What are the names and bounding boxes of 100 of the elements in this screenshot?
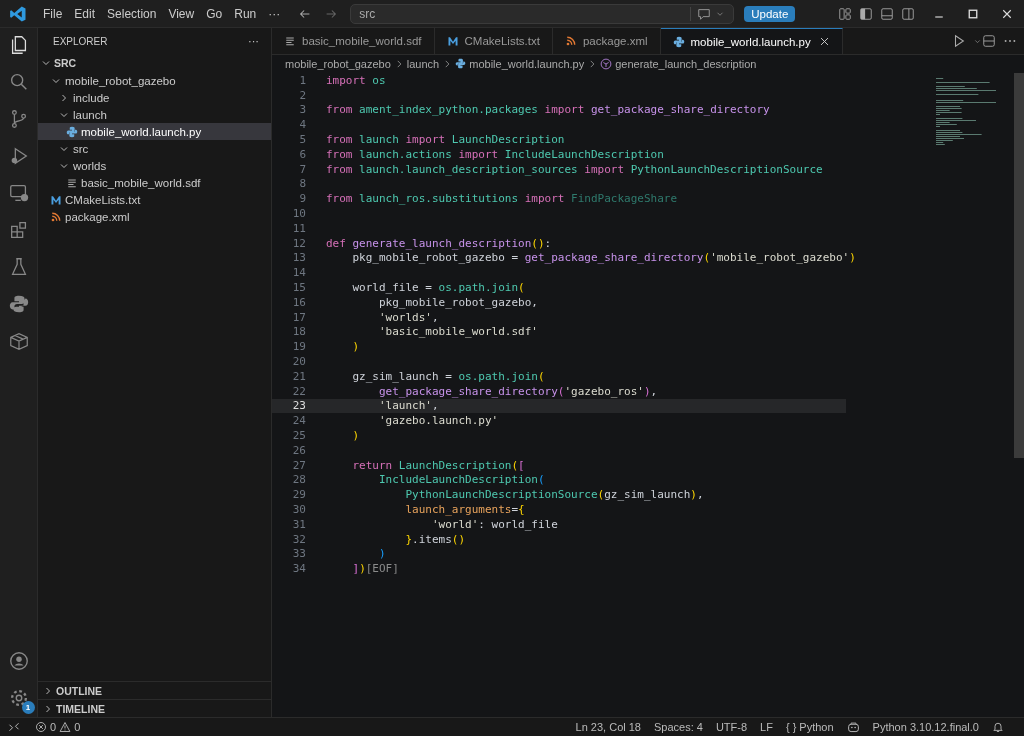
python-icon[interactable]: [7, 293, 30, 315]
line-number: 12: [291, 236, 306, 250]
secondary-sidebar-icon[interactable]: [901, 6, 915, 21]
line-number: 25: [291, 429, 306, 442]
menu-item[interactable]: Selection: [101, 6, 163, 21]
line-number: 1: [298, 73, 306, 87]
tree-item[interactable]: mobile_robot_gazebo: [38, 72, 271, 89]
language-mode[interactable]: Python: [799, 721, 834, 733]
tree-item[interactable]: include: [38, 89, 271, 106]
line-number: 14: [291, 266, 306, 280]
code-line: pkg_mobile_robot_gazebo,: [377, 295, 538, 309]
line-number: 16: [291, 295, 306, 309]
folder-section-header[interactable]: SRC: [54, 57, 77, 69]
menu-item[interactable]: Run: [228, 6, 263, 21]
tree-item[interactable]: mobile_world.launch.py: [38, 123, 271, 140]
code-line: 'launch',: [377, 399, 439, 413]
code-line: PythonLaunchDescriptionSource(gz_sim_launch),: [404, 488, 704, 502]
code-line: pkg_mobile_robot_gazebo = get_package_share_directory('mobile_robot_gazebo'): [351, 251, 856, 265]
code-line: 'world': world_file: [430, 517, 558, 531]
line-number: 5: [298, 133, 306, 147]
code-line: from launch.launch_description_sources import PythonLaunchDescriptionSource: [326, 162, 823, 176]
command-center-field[interactable]: src: [350, 3, 735, 24]
account-icon[interactable]: [7, 650, 30, 672]
line-number: 7: [298, 162, 306, 176]
maximize-icon[interactable]: [967, 7, 979, 20]
menu-item[interactable]: ···: [262, 6, 287, 21]
line-number: 3: [298, 103, 306, 117]
code-line: gz_sim_launch = os.path.join(: [351, 369, 545, 383]
line-ending[interactable]: LF: [760, 721, 773, 733]
chat-icon[interactable]: [690, 6, 712, 21]
line-number: 27: [291, 458, 306, 472]
package-icon[interactable]: [7, 330, 30, 352]
breadcrumb-item[interactable]: launch: [406, 57, 440, 70]
editor-tab[interactable]: mobile_world.launch.py: [660, 28, 843, 54]
editor-tab[interactable]: basic_mobile_world.sdf: [272, 28, 435, 54]
line-number: 2: [298, 88, 306, 102]
python-file-icon: [455, 58, 467, 69]
more-actions-button[interactable]: ···: [248, 35, 259, 47]
text-file-icon: [284, 35, 296, 47]
tree-item[interactable]: worlds: [38, 157, 271, 174]
code-line: 'basic_mobile_world.sdf': [377, 325, 538, 339]
error-count[interactable]: 0: [50, 721, 57, 733]
indentation[interactable]: Spaces: 4: [654, 721, 703, 733]
remote-explorer-icon[interactable]: [7, 182, 30, 204]
python-file-icon: [672, 35, 685, 48]
update-button[interactable]: Update: [744, 5, 796, 22]
code-line: from launch import LaunchDescription: [326, 133, 565, 147]
warning-count[interactable]: 0: [74, 721, 81, 733]
code-line: ): [377, 547, 386, 561]
editor-tab[interactable]: package.xml: [552, 28, 661, 54]
run-icon[interactable]: [952, 34, 966, 48]
tree-item[interactable]: package.xml: [38, 208, 271, 225]
line-number: 9: [298, 192, 306, 206]
breadcrumb-item[interactable]: mobile_robot_gazebo: [285, 57, 391, 70]
line-number: 19: [291, 340, 306, 354]
warning-icon[interactable]: [59, 721, 72, 733]
encoding[interactable]: UTF-8: [715, 721, 748, 733]
copilot-icon[interactable]: [846, 720, 860, 734]
menu-item[interactable]: View: [162, 6, 201, 21]
menu-item[interactable]: Edit: [68, 6, 102, 21]
remote-icon[interactable]: [8, 721, 20, 733]
panel-toggle-icon[interactable]: [880, 6, 894, 21]
layout-icon[interactable]: [838, 6, 852, 21]
line-number: 30: [291, 503, 306, 516]
line-number: 23: [291, 399, 306, 413]
language-mode-icon: { }: [785, 721, 797, 733]
close-icon[interactable]: [1001, 7, 1013, 20]
line-number: 15: [291, 281, 306, 295]
breadcrumb-item[interactable]: generate_launch_description: [615, 57, 757, 70]
rss-icon: [50, 210, 62, 223]
breadcrumb-item[interactable]: mobile_world.launch.py: [469, 57, 585, 70]
tree-item[interactable]: src: [38, 140, 271, 157]
code-line: 'gazebo.launch.py': [377, 414, 499, 428]
python-interpreter[interactable]: Python 3.10.12.final.0: [872, 721, 979, 733]
tree-item[interactable]: launch: [38, 106, 271, 123]
python-file-icon: [66, 125, 78, 138]
split-editor-icon[interactable]: [982, 34, 996, 48]
close-icon[interactable]: [818, 36, 830, 47]
rss-icon: [564, 35, 577, 47]
line-number: 8: [298, 177, 306, 191]
text-file-icon: [66, 176, 78, 189]
sidebar-toggle-icon[interactable]: [859, 6, 873, 21]
code-line: get_package_share_directory('gazebo_ros'),: [377, 384, 658, 398]
line-number: 21: [291, 369, 306, 383]
line-number: 11: [291, 221, 306, 235]
menu-item[interactable]: File: [37, 6, 69, 21]
menu-item[interactable]: Go: [200, 6, 229, 21]
scrollbar-thumb[interactable]: [1014, 73, 1024, 458]
bell-icon[interactable]: [992, 721, 1004, 733]
editor-tab[interactable]: CMakeLists.txt: [434, 28, 553, 54]
tree-item[interactable]: CMakeLists.txt: [38, 191, 271, 208]
code-line: launch_arguments={: [404, 503, 525, 516]
line-number: 24: [291, 414, 306, 428]
code-line: return LaunchDescription([: [351, 458, 525, 472]
cursor-position[interactable]: Ln 23, Col 18: [575, 721, 641, 733]
tree-item[interactable]: basic_mobile_world.sdf: [38, 174, 271, 191]
error-icon[interactable]: [35, 721, 47, 733]
code-line: ): [351, 429, 360, 442]
line-number: 29: [291, 488, 306, 502]
panel-header[interactable]: OUTLINE: [38, 681, 271, 699]
